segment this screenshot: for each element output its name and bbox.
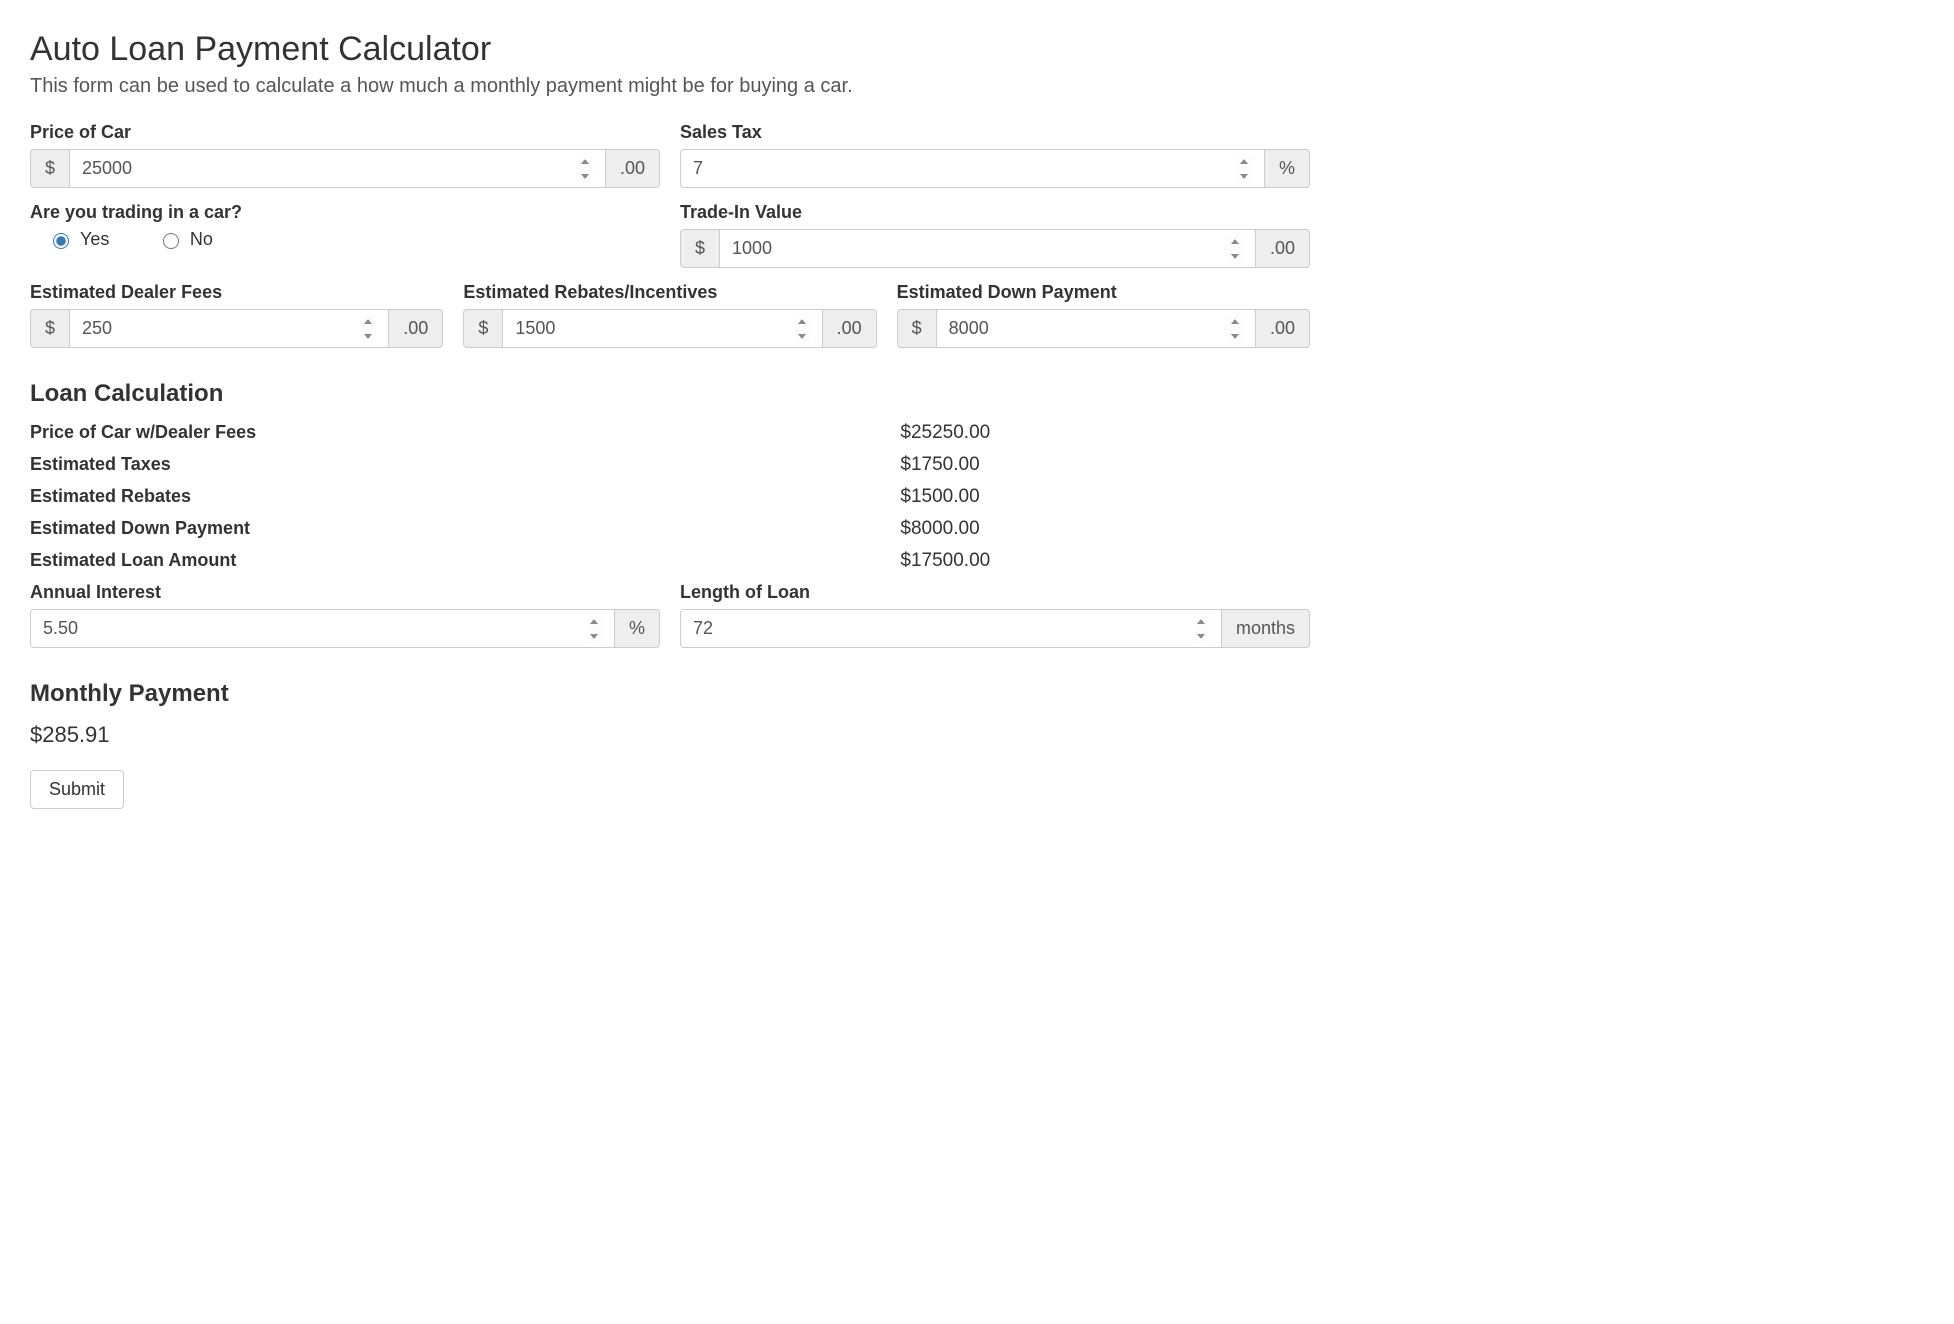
down-payment-input[interactable] bbox=[936, 309, 1256, 348]
monthly-payment-title: Monthly Payment bbox=[30, 680, 1310, 708]
trade-in-no-label: No bbox=[190, 229, 213, 250]
trade-in-yes-label: Yes bbox=[80, 229, 109, 250]
loan-length-label: Length of Loan bbox=[680, 582, 1310, 603]
cents-suffix: .00 bbox=[823, 309, 877, 348]
calc-label: Price of Car w/Dealer Fees bbox=[30, 422, 900, 444]
trade-in-question-label: Are you trading in a car? bbox=[30, 202, 660, 223]
dealer-fees-group: Estimated Dealer Fees $ .00 bbox=[30, 282, 443, 348]
cents-suffix: .00 bbox=[389, 309, 443, 348]
calc-value: $17500.00 bbox=[900, 550, 1310, 572]
trade-in-value-group: Trade-In Value $ .00 bbox=[680, 202, 1310, 268]
trade-in-yes-radio[interactable] bbox=[53, 233, 69, 249]
rebates-label: Estimated Rebates/Incentives bbox=[463, 282, 876, 303]
dollar-prefix: $ bbox=[30, 149, 69, 188]
calc-label: Estimated Loan Amount bbox=[30, 550, 900, 572]
calc-label: Estimated Taxes bbox=[30, 454, 900, 476]
annual-interest-input[interactable] bbox=[30, 609, 615, 648]
sales-tax-group: Sales Tax % bbox=[680, 122, 1310, 188]
dollar-prefix: $ bbox=[680, 229, 719, 268]
loan-length-group: Length of Loan months bbox=[680, 582, 1310, 648]
calc-label: Estimated Rebates bbox=[30, 486, 900, 508]
trade-in-value-label: Trade-In Value bbox=[680, 202, 1310, 223]
submit-button[interactable]: Submit bbox=[30, 770, 124, 809]
percent-suffix: % bbox=[615, 609, 660, 648]
calc-row-loan-amount: Estimated Loan Amount $17500.00 bbox=[30, 550, 1310, 572]
sales-tax-input[interactable] bbox=[680, 149, 1265, 188]
trade-in-no-option[interactable]: No bbox=[158, 229, 213, 250]
down-payment-group: Estimated Down Payment $ .00 bbox=[897, 282, 1310, 348]
cents-suffix: .00 bbox=[1256, 229, 1310, 268]
calc-row-taxes: Estimated Taxes $1750.00 bbox=[30, 454, 1310, 476]
price-group: Price of Car $ .00 bbox=[30, 122, 660, 188]
auto-loan-form: Auto Loan Payment Calculator This form c… bbox=[0, 0, 1340, 849]
page-subtitle: This form can be used to calculate a how… bbox=[30, 75, 1310, 98]
trade-in-no-radio[interactable] bbox=[163, 233, 179, 249]
loan-length-input[interactable] bbox=[680, 609, 1222, 648]
trade-in-yes-option[interactable]: Yes bbox=[48, 229, 109, 250]
dealer-fees-label: Estimated Dealer Fees bbox=[30, 282, 443, 303]
calc-label: Estimated Down Payment bbox=[30, 518, 900, 540]
monthly-payment-value: $285.91 bbox=[30, 722, 1310, 748]
sales-tax-label: Sales Tax bbox=[680, 122, 1310, 143]
dollar-prefix: $ bbox=[30, 309, 69, 348]
cents-suffix: .00 bbox=[1256, 309, 1310, 348]
price-label: Price of Car bbox=[30, 122, 660, 143]
rebates-group: Estimated Rebates/Incentives $ .00 bbox=[463, 282, 876, 348]
annual-interest-label: Annual Interest bbox=[30, 582, 660, 603]
percent-suffix: % bbox=[1265, 149, 1310, 188]
annual-interest-group: Annual Interest % bbox=[30, 582, 660, 648]
months-suffix: months bbox=[1222, 609, 1310, 648]
calc-value: $8000.00 bbox=[900, 518, 1310, 540]
calc-row-down-payment: Estimated Down Payment $8000.00 bbox=[30, 518, 1310, 540]
calc-value: $1500.00 bbox=[900, 486, 1310, 508]
calc-row-rebates: Estimated Rebates $1500.00 bbox=[30, 486, 1310, 508]
cents-suffix: .00 bbox=[606, 149, 660, 188]
price-input[interactable] bbox=[69, 149, 606, 188]
calc-value: $25250.00 bbox=[900, 422, 1310, 444]
dealer-fees-input[interactable] bbox=[69, 309, 389, 348]
dollar-prefix: $ bbox=[463, 309, 502, 348]
page-title: Auto Loan Payment Calculator bbox=[30, 30, 1310, 69]
loan-calculation-title: Loan Calculation bbox=[30, 380, 1310, 408]
dollar-prefix: $ bbox=[897, 309, 936, 348]
down-payment-label: Estimated Down Payment bbox=[897, 282, 1310, 303]
trade-in-value-input[interactable] bbox=[719, 229, 1256, 268]
trade-in-question-group: Are you trading in a car? Yes No bbox=[30, 202, 660, 254]
rebates-input[interactable] bbox=[502, 309, 822, 348]
calc-value: $1750.00 bbox=[900, 454, 1310, 476]
calc-row-price-with-fees: Price of Car w/Dealer Fees $25250.00 bbox=[30, 422, 1310, 444]
